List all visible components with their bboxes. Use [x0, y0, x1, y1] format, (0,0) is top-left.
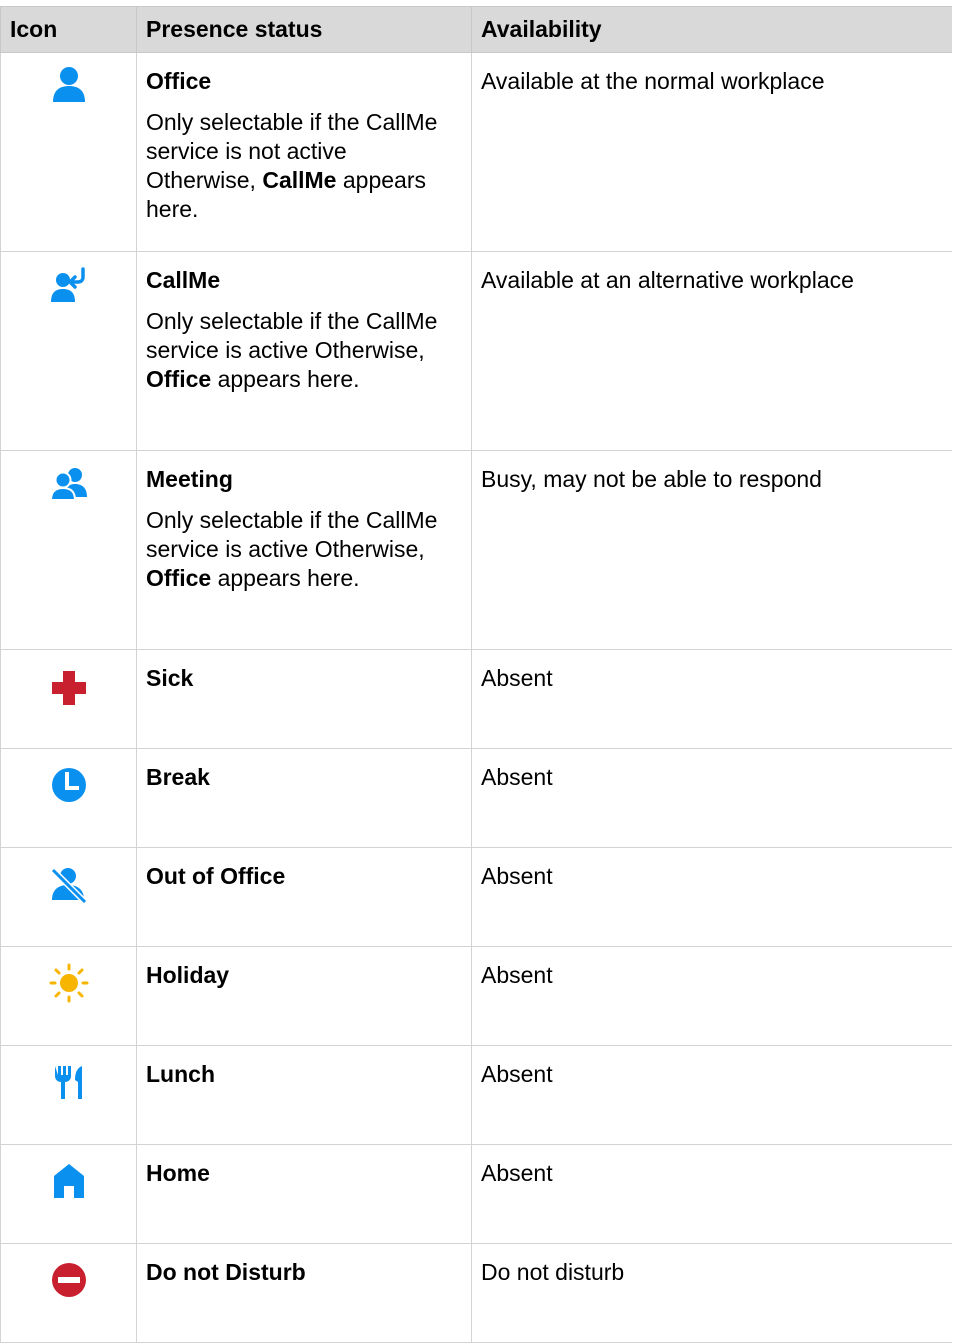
presence-status-table: Icon Presence status Availability Office…: [0, 6, 952, 1343]
status-name: Office: [146, 68, 212, 94]
table-row: Lunch Absent: [0, 1045, 952, 1145]
status-name: Holiday: [146, 962, 230, 988]
clock-icon: [49, 765, 89, 805]
cutlery-icon: [49, 1062, 89, 1102]
availability-cell: Absent: [471, 946, 952, 1046]
presence-status-column-header: Presence status: [136, 6, 472, 53]
status-name: CallMe: [146, 267, 221, 293]
out-of-office-icon: [49, 864, 89, 904]
status-cell: Holiday: [136, 946, 472, 1046]
status-name: Do not Disturb: [146, 1259, 306, 1285]
status-name: Break: [146, 764, 210, 790]
sun-icon: [49, 963, 89, 1003]
icon-cell: [0, 1144, 137, 1244]
table-row: Home Absent: [0, 1144, 952, 1244]
availability-cell: Available at an alternative workplace: [471, 251, 952, 451]
table-header-row: Icon Presence status Availability: [0, 6, 952, 53]
table-row: Office Only selectable if the CallMe ser…: [0, 52, 952, 252]
meeting-icon: [49, 463, 89, 503]
availability-column-header: Availability: [471, 6, 952, 53]
sick-cross-icon: [49, 668, 89, 708]
status-note: Only selectable if the CallMe service is…: [146, 308, 438, 392]
icon-cell: [0, 946, 137, 1046]
availability-cell: Absent: [471, 847, 952, 947]
table-row: Holiday Absent: [0, 946, 952, 1046]
availability-cell: Absent: [471, 1045, 952, 1145]
status-name: Sick: [146, 665, 194, 691]
icon-cell: [0, 450, 137, 650]
do-not-disturb-icon: [49, 1260, 89, 1300]
home-icon: [49, 1161, 89, 1201]
icon-cell: [0, 748, 137, 848]
icon-column-header: Icon: [0, 6, 137, 53]
status-cell: Home: [136, 1144, 472, 1244]
status-note: Only selectable if the CallMe service is…: [146, 109, 438, 222]
callme-icon: [49, 264, 89, 304]
status-cell: Do not Disturb: [136, 1243, 472, 1343]
status-name: Meeting: [146, 466, 233, 492]
table-row: Meeting Only selectable if the CallMe se…: [0, 450, 952, 650]
table-row: Out of Office Absent: [0, 847, 952, 947]
status-cell: Office Only selectable if the CallMe ser…: [136, 52, 472, 252]
availability-cell: Absent: [471, 649, 952, 749]
status-cell: Lunch: [136, 1045, 472, 1145]
icon-cell: [0, 1243, 137, 1343]
availability-cell: Absent: [471, 748, 952, 848]
table-row: CallMe Only selectable if the CallMe ser…: [0, 251, 952, 451]
table-row: Sick Absent: [0, 649, 952, 749]
status-name: Out of Office: [146, 863, 286, 889]
icon-cell: [0, 847, 137, 947]
status-cell: Out of Office: [136, 847, 472, 947]
status-name: Home: [146, 1160, 210, 1186]
person-icon: [49, 65, 89, 105]
status-cell: CallMe Only selectable if the CallMe ser…: [136, 251, 472, 451]
availability-cell: Do not disturb: [471, 1243, 952, 1343]
availability-cell: Absent: [471, 1144, 952, 1244]
status-name: Lunch: [146, 1061, 215, 1087]
status-cell: Break: [136, 748, 472, 848]
icon-cell: [0, 52, 137, 252]
status-cell: Meeting Only selectable if the CallMe se…: [136, 450, 472, 650]
icon-cell: [0, 1045, 137, 1145]
availability-cell: Available at the normal workplace: [471, 52, 952, 252]
table-row: Break Absent: [0, 748, 952, 848]
availability-cell: Busy, may not be able to respond: [471, 450, 952, 650]
status-note: Only selectable if the CallMe service is…: [146, 507, 438, 591]
icon-cell: [0, 649, 137, 749]
table-row: Do not Disturb Do not disturb: [0, 1243, 952, 1343]
icon-cell: [0, 251, 137, 451]
status-cell: Sick: [136, 649, 472, 749]
